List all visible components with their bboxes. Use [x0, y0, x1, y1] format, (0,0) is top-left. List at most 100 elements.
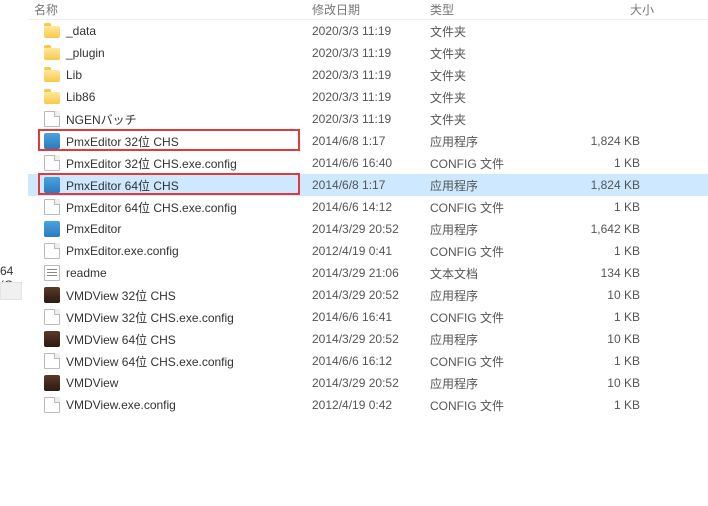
config-file-icon	[44, 397, 60, 413]
file-row[interactable]: PmxEditor.exe.config2012/4/19 0:41CONFIG…	[28, 240, 708, 262]
file-date-cell: 2014/3/29 20:52	[306, 376, 424, 390]
file-name-cell[interactable]: VMDView 64位 CHS.exe.config	[28, 353, 306, 370]
file-name-label: VMDView 32位 CHS.exe.config	[66, 309, 234, 326]
file-name-cell[interactable]: PmxEditor 64位 CHS	[28, 177, 306, 194]
file-name-cell[interactable]: Lib	[28, 68, 306, 82]
file-row[interactable]: PmxEditor 32位 CHS.exe.config2014/6/6 16:…	[28, 152, 708, 174]
file-row[interactable]: VMDView 2014/3/29 20:52应用程序10 KB	[28, 372, 708, 394]
file-row[interactable]: PmxEditor 64位 CHS2014/6/8 1:17应用程序1,824 …	[28, 174, 708, 196]
file-row[interactable]: VMDView 32位 CHS2014/3/29 20:52应用程序10 KB	[28, 284, 708, 306]
file-date-cell: 2014/3/29 20:52	[306, 332, 424, 346]
file-row[interactable]: PmxEditor 64位 CHS.exe.config 2014/6/6 14:…	[28, 196, 708, 218]
file-size-cell: 1,642 KB	[550, 222, 660, 236]
file-size-cell: 1 KB	[550, 398, 660, 412]
file-name-cell[interactable]: _data	[28, 24, 306, 38]
file-row[interactable]: NGENバッチ2020/3/3 11:19文件夹	[28, 108, 708, 130]
file-date-cell: 2014/6/6 14:12	[306, 200, 424, 214]
config-file-icon	[44, 111, 60, 127]
file-row[interactable]: Lib 2020/3/3 11:19文件夹	[28, 64, 708, 86]
file-name-cell[interactable]: VMDView 64位 CHS	[28, 331, 306, 348]
file-type-cell: 文件夹	[424, 45, 550, 62]
file-name-cell[interactable]: NGENバッチ	[28, 111, 306, 128]
folder-icon	[44, 70, 60, 82]
file-type-cell: 文件夹	[424, 89, 550, 106]
file-type-cell: CONFIG 文件	[424, 155, 550, 172]
config-file-icon	[44, 309, 60, 325]
file-date-cell: 2012/4/19 0:41	[306, 244, 424, 258]
header-type[interactable]: 类型	[424, 1, 550, 18]
file-date-cell: 2020/3/3 11:19	[306, 68, 424, 82]
file-date-cell: 2020/3/3 11:19	[306, 46, 424, 60]
header-date[interactable]: 修改日期	[306, 1, 424, 18]
file-name-cell[interactable]: VMDView 32位 CHS	[28, 287, 306, 304]
file-name-label: Lib86	[66, 90, 95, 104]
file-type-cell: 应用程序	[424, 331, 550, 348]
file-type-cell: 应用程序	[424, 133, 550, 150]
file-size-cell: 10 KB	[550, 288, 660, 302]
application-icon	[44, 375, 60, 391]
config-file-icon	[44, 353, 60, 369]
text-file-icon	[44, 265, 60, 281]
file-date-cell: 2014/6/6 16:12	[306, 354, 424, 368]
file-date-cell: 2014/3/29 20:52	[306, 222, 424, 236]
file-name-label: _plugin	[66, 46, 105, 60]
application-icon	[44, 331, 60, 347]
header-name[interactable]: 名称	[28, 1, 306, 18]
file-name-cell[interactable]: PmxEditor 32位 CHS.exe.config	[28, 155, 306, 172]
file-date-cell: 2020/3/3 11:19	[306, 112, 424, 126]
file-type-cell: 应用程序	[424, 221, 550, 238]
file-name-label: VMDView	[66, 376, 118, 390]
file-name-cell[interactable]: readme	[28, 265, 306, 281]
file-row[interactable]: VMDView 64位 CHS 2014/3/29 20:52应用程序10 KB	[28, 328, 708, 350]
file-name-label: _data	[66, 24, 96, 38]
file-type-cell: CONFIG 文件	[424, 353, 550, 370]
file-name-label: Lib	[66, 68, 82, 82]
folder-icon	[44, 92, 60, 104]
application-icon	[44, 177, 60, 193]
file-size-cell: 1 KB	[550, 156, 660, 170]
nav-tree-item[interactable]	[0, 282, 22, 300]
file-date-cell: 2012/4/19 0:42	[306, 398, 424, 412]
file-size-cell: 10 KB	[550, 376, 660, 390]
file-name-label: PmxEditor	[66, 222, 121, 236]
file-name-cell[interactable]: Lib86	[28, 90, 306, 104]
file-row[interactable]: _plugin 2020/3/3 11:19文件夹	[28, 42, 708, 64]
config-file-icon	[44, 155, 60, 171]
file-type-cell: 文件夹	[424, 23, 550, 40]
header-size[interactable]: 大小	[550, 1, 660, 18]
file-name-label: NGENバッチ	[66, 111, 137, 128]
file-name-cell[interactable]: PmxEditor	[28, 221, 306, 237]
file-date-cell: 2014/6/6 16:40	[306, 156, 424, 170]
file-row[interactable]: VMDView 32位 CHS.exe.config2014/6/6 16:41…	[28, 306, 708, 328]
file-row[interactable]: Lib862020/3/3 11:19文件夹	[28, 86, 708, 108]
file-row[interactable]: readme2014/3/29 21:06文本文档134 KB	[28, 262, 708, 284]
file-type-cell: 应用程序	[424, 177, 550, 194]
file-name-cell[interactable]: PmxEditor 64位 CHS.exe.config	[28, 199, 306, 216]
file-date-cell: 2014/3/29 21:06	[306, 266, 424, 280]
file-name-cell[interactable]: PmxEditor.exe.config	[28, 243, 306, 259]
file-date-cell: 2014/3/29 20:52	[306, 288, 424, 302]
file-type-cell: 文件夹	[424, 67, 550, 84]
file-name-cell[interactable]: PmxEditor 32位 CHS	[28, 133, 306, 150]
file-name-cell[interactable]: VMDView 32位 CHS.exe.config	[28, 309, 306, 326]
file-row[interactable]: VMDView 64位 CHS.exe.config2014/6/6 16:12…	[28, 350, 708, 372]
file-size-cell: 1 KB	[550, 200, 660, 214]
file-size-cell: 10 KB	[550, 332, 660, 346]
file-row[interactable]: _data2020/3/3 11:19文件夹	[28, 20, 708, 42]
file-name-cell[interactable]: VMDView	[28, 375, 306, 391]
file-row[interactable]: PmxEditor 32位 CHS2014/6/8 1:17应用程序1,824 …	[28, 130, 708, 152]
file-name-label: PmxEditor 32位 CHS	[66, 133, 179, 150]
file-size-cell: 1,824 KB	[550, 134, 660, 148]
file-name-label: VMDView 64位 CHS	[66, 331, 176, 348]
file-name-label: PmxEditor 64位 CHS	[66, 177, 179, 194]
file-size-cell: 1 KB	[550, 310, 660, 324]
file-row[interactable]: VMDView.exe.config2012/4/19 0:42CONFIG 文…	[28, 394, 708, 416]
file-name-label: PmxEditor 64位 CHS.exe.config	[66, 199, 237, 216]
file-type-cell: CONFIG 文件	[424, 243, 550, 260]
file-name-label: readme	[66, 266, 107, 280]
file-name-cell[interactable]: _plugin	[28, 46, 306, 60]
file-name-cell[interactable]: VMDView.exe.config	[28, 397, 306, 413]
file-date-cell: 2014/6/8 1:17	[306, 178, 424, 192]
file-row[interactable]: PmxEditor 2014/3/29 20:52应用程序1,642 KB	[28, 218, 708, 240]
file-type-cell: 应用程序	[424, 375, 550, 392]
